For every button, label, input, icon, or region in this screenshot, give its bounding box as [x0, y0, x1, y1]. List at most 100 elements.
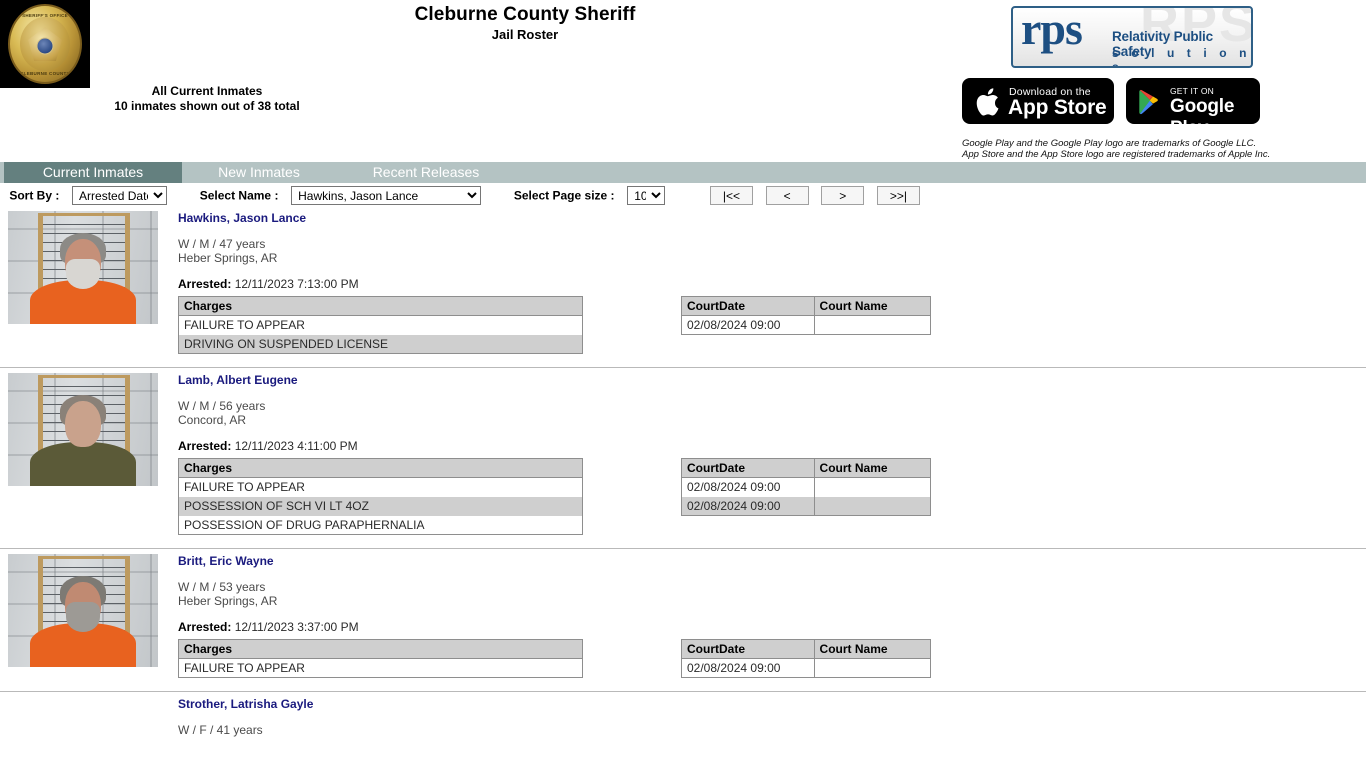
select-name-select[interactable]: Hawkins, Jason LanceLamb, Albert EugeneB…: [291, 186, 482, 205]
court-name-cell: [813, 658, 932, 678]
title-block: Cleburne County Sheriff Jail Roster: [0, 4, 1050, 43]
court-table: CourtDate Court Name 02/08/2024 09:00: [681, 296, 932, 335]
sort-by-label: Sort By :: [9, 188, 60, 203]
court-date-cell: 02/08/2024 09:00: [681, 477, 815, 497]
main-tab-bar: Current Inmates New Inmates Recent Relea…: [0, 162, 1366, 183]
inmate-name-link[interactable]: Britt, Eric Wayne: [178, 554, 274, 568]
page-subtitle: Jail Roster: [491, 27, 559, 42]
inmate-record: Hawkins, Jason Lance W / M / 47 years Hebe…: [0, 206, 1366, 368]
apple-logo-icon: [976, 88, 999, 116]
court-row: 02/08/2024 09:00: [681, 477, 932, 497]
inmate-record: Lamb, Albert Eugene W / M / 56 years Conco…: [0, 368, 1366, 549]
first-page-button[interactable]: |<<: [709, 186, 753, 205]
court-name-header: Court Name: [813, 458, 932, 478]
inmate-name-link[interactable]: Strother, Latrisha Gayle: [178, 697, 313, 711]
page-header: SHERIFF'S OFFICE CLEBURNE COUNTY Cleburn…: [0, 0, 1366, 162]
charge-cell: FAILURE TO APPEAR: [178, 477, 583, 497]
charges-header: Charges: [178, 458, 583, 478]
court-name-cell: [813, 496, 932, 516]
charges-header: Charges: [178, 639, 583, 659]
charges-table: Charges FAILURE TO APPEAR: [178, 639, 583, 678]
court-date-cell: 02/08/2024 09:00: [681, 496, 815, 516]
charge-cell: FAILURE TO APPEAR: [178, 658, 583, 678]
court-date-cell: 02/08/2024 09:00: [681, 315, 815, 335]
court-table: CourtDate Court Name 02/08/2024 09:00 02/0…: [681, 458, 932, 516]
trademark-notice: Google Play and the Google Play logo are…: [962, 138, 1270, 160]
court-date-header: CourtDate: [681, 639, 815, 659]
record-tables: Charges FAILURE TO APPEAR DRIVING ON SUSPE…: [178, 296, 1366, 359]
filter-toolbar: Sort By : Arrested DateName Select Name …: [0, 183, 1366, 206]
inmate-record: Strother, Latrisha Gayle W / F / 41 years: [0, 692, 1366, 768]
court-name-header: Court Name: [813, 639, 932, 659]
charge-row: POSSESSION OF DRUG PARAPHERNALIA: [178, 515, 583, 535]
court-name-header: Court Name: [813, 296, 932, 316]
charge-cell: POSSESSION OF SCH VI LT 4OZ: [178, 496, 583, 516]
rps-logo: RPS rps Relativity Public Safety s o l u…: [1011, 6, 1253, 68]
page-size-label: Select Page size :: [513, 188, 615, 203]
roster-scope-label: All Current Inmates: [151, 84, 263, 98]
court-table: CourtDate Court Name 02/08/2024 09:00: [681, 639, 932, 678]
charge-row: FAILURE TO APPEAR: [178, 477, 583, 497]
inmate-mugshot[interactable]: [8, 211, 158, 324]
badge-bottom-text: CLEBURNE COUNTY: [20, 71, 70, 76]
arrested-label: Arrested:: [178, 439, 232, 453]
page-title: Cleburne County Sheriff: [414, 4, 636, 25]
google-play-button[interactable]: GET IT ON Google Play: [1126, 78, 1260, 139]
inmate-info: Britt, Eric Wayne W / M / 53 years Heber S…: [178, 549, 1366, 691]
prev-page-button[interactable]: <: [765, 186, 809, 205]
google-play-logo-icon: [1139, 89, 1158, 115]
tab-recent-releases[interactable]: Recent Releases: [338, 162, 514, 183]
tab-new-inmates[interactable]: New Inmates: [186, 162, 332, 183]
tab-current-inmates[interactable]: Current Inmates: [4, 162, 182, 183]
arrested-label: Arrested:: [178, 277, 232, 291]
court-date-header: CourtDate: [681, 458, 815, 478]
inmate-arrested-date: Arrested: 12/11/2023 7:13:00 PM: [178, 277, 359, 291]
inmate-demographics: W / M / 56 years: [178, 399, 266, 413]
charges-table: Charges FAILURE TO APPEAR DRIVING ON SUSPE…: [178, 296, 583, 354]
arrested-label: Arrested:: [178, 620, 232, 634]
rps-wordmark: rps: [1021, 6, 1083, 54]
court-name-cell: [813, 315, 932, 335]
court-row: 02/08/2024 09:00: [681, 315, 932, 335]
court-date-header: CourtDate: [681, 296, 815, 316]
inmate-info: Hawkins, Jason Lance W / M / 47 years Hebe…: [178, 206, 1366, 367]
sort-by-select[interactable]: Arrested DateName: [72, 186, 168, 205]
inmate-mugshot[interactable]: [8, 373, 158, 486]
app-store-button[interactable]: Download on the App Store: [962, 78, 1114, 124]
inmate-info: Lamb, Albert Eugene W / M / 56 years Conco…: [178, 368, 1366, 548]
inmate-city: Heber Springs, AR: [178, 251, 278, 265]
trademark-line-2: App Store and the App Store logo are reg…: [962, 149, 1271, 160]
charge-row: DRIVING ON SUSPENDED LICENSE: [178, 334, 583, 354]
inmate-arrested-date: Arrested: 12/11/2023 3:37:00 PM: [178, 620, 359, 634]
select-name-label: Select Name :: [199, 188, 279, 203]
inmate-demographics: W / M / 53 years: [178, 580, 266, 594]
record-tables: Charges FAILURE TO APPEAR CourtDate Court N…: [178, 639, 1366, 683]
inmate-city: Concord, AR: [178, 413, 247, 427]
google-play-big-label: Google Play: [1170, 96, 1235, 139]
inmate-records-list: Hawkins, Jason Lance W / M / 47 years Hebe…: [0, 206, 1366, 768]
page-size-select[interactable]: 102050: [627, 186, 666, 205]
inmate-arrested-date: Arrested: 12/11/2023 4:11:00 PM: [178, 439, 358, 453]
next-page-button[interactable]: >: [821, 186, 865, 205]
inmate-city: Heber Springs, AR: [178, 594, 278, 608]
charge-row: FAILURE TO APPEAR: [178, 315, 583, 335]
charge-cell: FAILURE TO APPEAR: [178, 315, 583, 335]
inmate-name-link[interactable]: Lamb, Albert Eugene: [178, 373, 298, 387]
inmate-mugshot[interactable]: [8, 554, 158, 667]
record-tables: Charges FAILURE TO APPEAR POSSESSION OF SC…: [178, 458, 1366, 540]
charge-row: FAILURE TO APPEAR: [178, 658, 583, 678]
rps-tagline-2: s o l u t i o n s: [1112, 46, 1251, 68]
inmate-name-link[interactable]: Hawkins, Jason Lance: [178, 211, 306, 225]
inmate-demographics: W / M / 47 years: [178, 237, 266, 251]
last-page-button[interactable]: >>|: [876, 186, 920, 205]
charge-row: POSSESSION OF SCH VI LT 4OZ: [178, 496, 583, 516]
court-row: 02/08/2024 09:00: [681, 658, 932, 678]
charge-cell: DRIVING ON SUSPENDED LICENSE: [178, 334, 583, 354]
charges-table: Charges FAILURE TO APPEAR POSSESSION OF SC…: [178, 458, 583, 535]
roster-count-label: 10 inmates shown out of 38 total: [114, 99, 300, 113]
inmate-info: Strother, Latrisha Gayle W / F / 41 years: [178, 692, 1366, 768]
google-play-small-label: GET IT ON: [1170, 86, 1214, 96]
inmate-count-block: All Current Inmates 10 inmates shown out…: [52, 84, 362, 114]
inmate-demographics: W / F / 41 years: [178, 723, 263, 737]
app-store-big-label: App Store: [1008, 96, 1107, 119]
